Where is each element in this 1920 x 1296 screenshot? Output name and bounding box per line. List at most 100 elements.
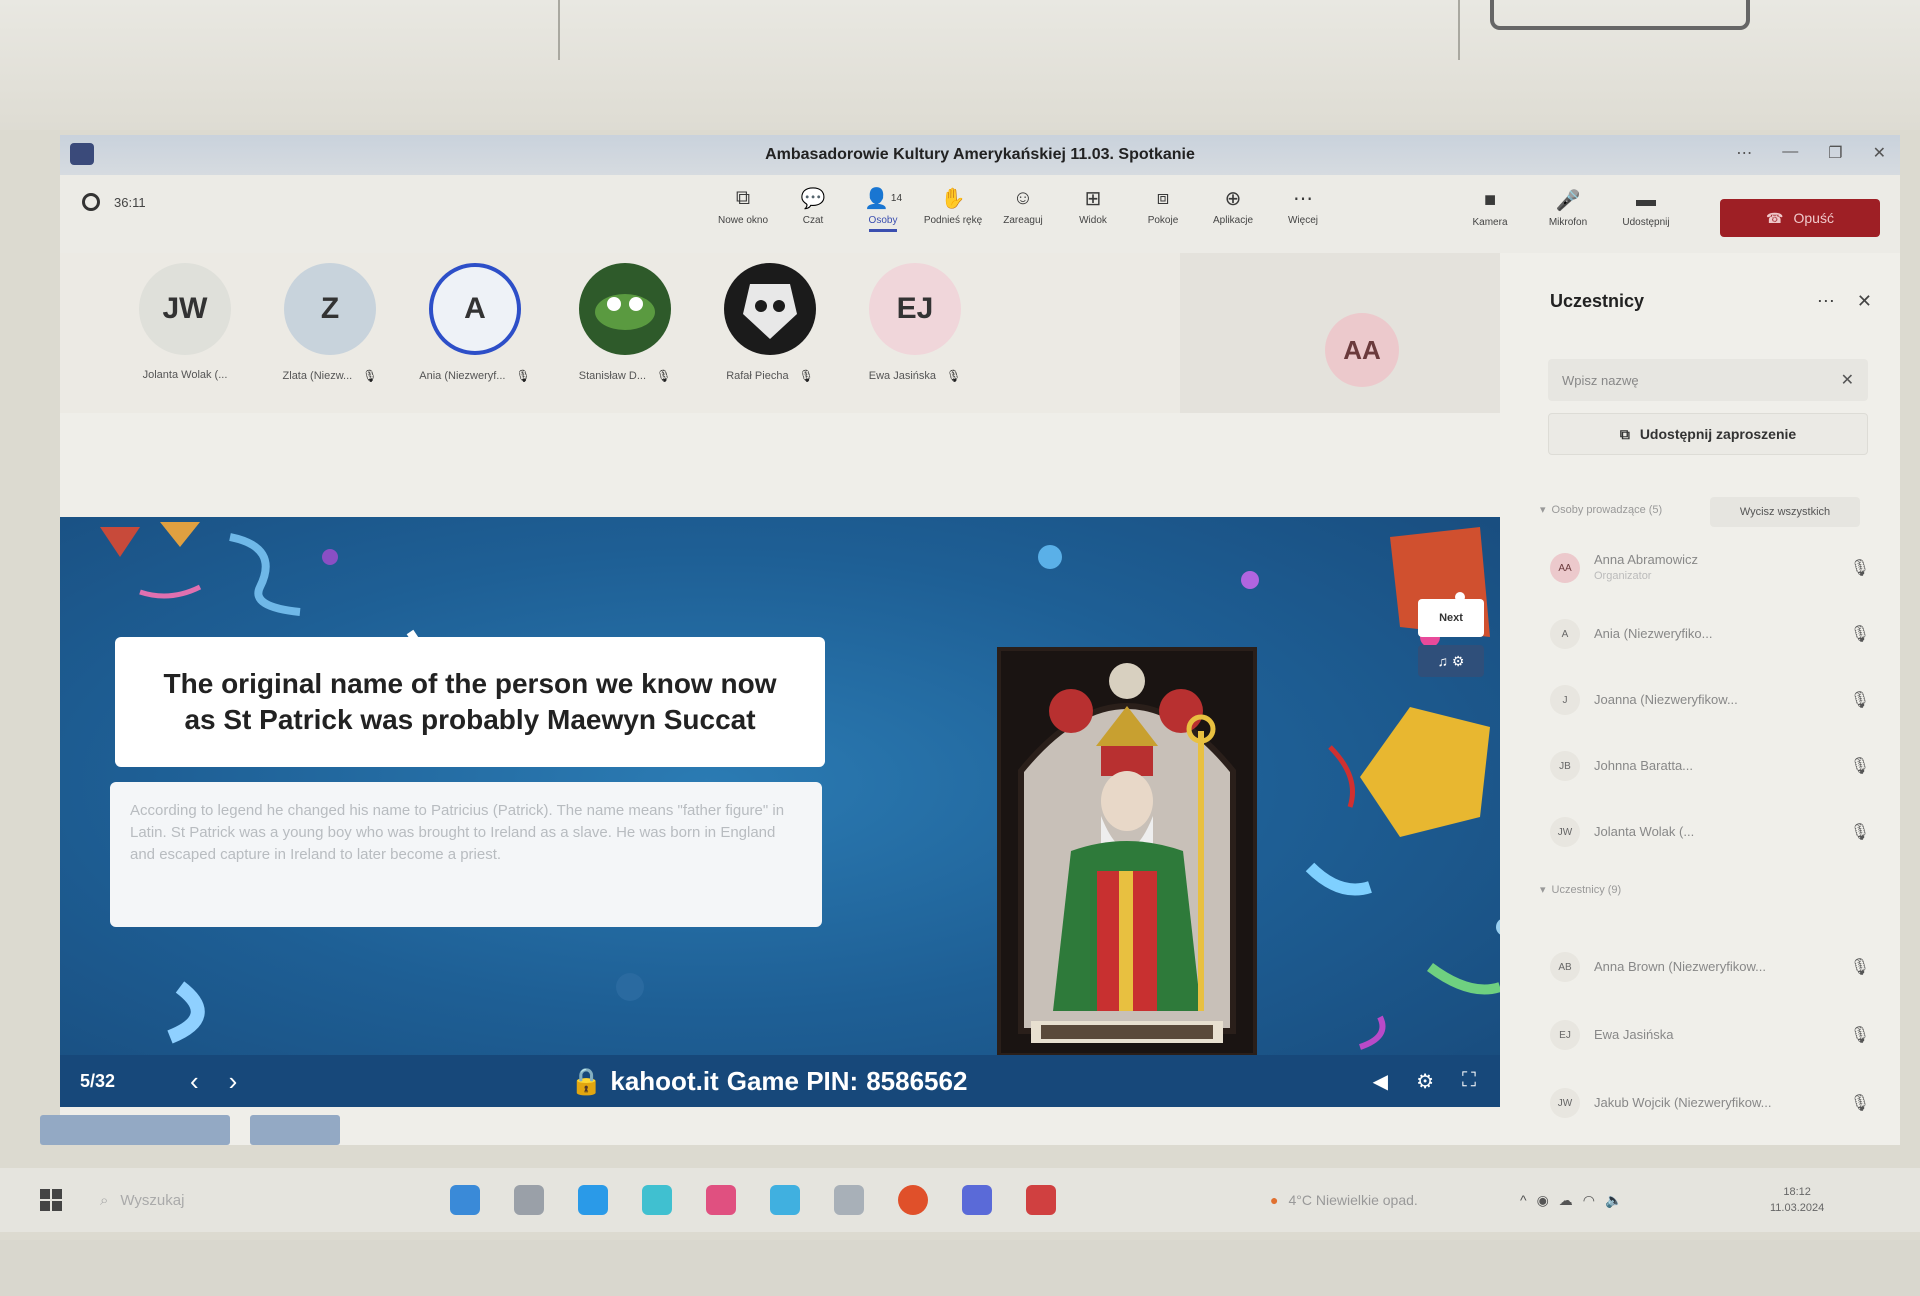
participant-tile[interactable]: Rafał Piecha 🎙 <box>700 263 840 383</box>
participant-name-text: Ewa Jasińska <box>868 370 937 382</box>
participant-search-input[interactable]: Wpisz nazwę ✕ <box>1548 359 1868 401</box>
toolbar-apps-button[interactable]: ⊕ Aplikacje <box>1200 185 1266 232</box>
app-icon-4[interactable] <box>642 1185 672 1215</box>
toolbar-view-button[interactable]: ⊞ Widok <box>1060 185 1126 232</box>
participant-tile[interactable]: JW Jolanta Wolak (... <box>115 263 255 381</box>
kahoot-music-control[interactable]: ♫ ⚙ <box>1418 645 1484 677</box>
fullscreen-icon[interactable]: ⛶ <box>1462 1069 1476 1094</box>
taskbar-weather[interactable]: ● 4°C Niewielkie opad. <box>1270 1192 1418 1208</box>
mic-icon[interactable]: 🎙 <box>1850 624 1870 644</box>
toolbar-microphone-button[interactable]: 🎤 Mikrofon <box>1538 187 1598 229</box>
toolbar-people-button[interactable]: 👤 14 Osoby <box>850 185 916 232</box>
toolbar-new-window-button[interactable]: ⧉ Nowe okno <box>710 185 776 232</box>
participant-row-name-text: Jolanta Wolak (... <box>1594 824 1695 839</box>
participant-row-name-text: Ania (Niezweryfiko... <box>1594 626 1713 641</box>
participant-row-name: Anna Abramowicz Organizator <box>1594 552 1698 584</box>
toolbar-camera-button[interactable]: ■ Kamera <box>1460 187 1520 229</box>
presenter-chip[interactable] <box>250 1115 340 1145</box>
minimize-icon[interactable]: — <box>1782 143 1798 163</box>
leave-button[interactable]: ☎ Opuść <box>1720 199 1880 237</box>
window-more-icon[interactable]: ⋯ <box>1736 143 1752 163</box>
toolbar-rooms-button[interactable]: ⧈ Pokoje <box>1130 185 1196 232</box>
participant-row[interactable]: J Joanna (Niezweryfikow... 🎙 <box>1550 680 1870 720</box>
participant-name: Rafał Piecha 🎙 <box>726 369 814 383</box>
panel-more-icon[interactable]: ⋯ <box>1817 291 1835 312</box>
participant-row[interactable]: JW Jakub Wojcik (Niezweryfikow... 🎙 <box>1550 1083 1870 1123</box>
start-button[interactable] <box>40 1189 62 1211</box>
mic-icon[interactable]: 🎙 <box>1850 690 1870 710</box>
clock-date: 11.03.2024 <box>1770 1202 1825 1214</box>
close-window-icon[interactable]: ✕ <box>1873 143 1886 163</box>
mic-icon[interactable]: 🎙 <box>1850 756 1870 776</box>
participant-row-name: Anna Brown (Niezweryfikow... <box>1594 959 1766 975</box>
volume-icon[interactable]: ◀ <box>1373 1069 1388 1094</box>
toolbar-chat-button[interactable]: 💬 Czat <box>780 185 846 232</box>
mute-all-button[interactable]: Wycisz wszystkich <box>1710 497 1860 527</box>
taskbar-clock[interactable]: 18:12 11.03.2024 <box>1770 1184 1824 1216</box>
chat-icon: 💬 <box>800 187 826 210</box>
app-icon-2[interactable] <box>514 1185 544 1215</box>
restore-icon[interactable]: ❐ <box>1828 143 1842 163</box>
app-icon-10[interactable] <box>1026 1185 1056 1215</box>
title-bar: Ambasadorowie Kultury Amerykańskiej 11.0… <box>60 135 1900 175</box>
participant-tile[interactable]: A Ania (Niezweryf... 🎙 <box>405 263 545 383</box>
mic-icon[interactable]: 🎙 <box>1850 957 1870 977</box>
app-icon-3[interactable] <box>578 1185 608 1215</box>
participant-row[interactable]: A Ania (Niezweryfiko... 🎙 <box>1550 614 1870 654</box>
mic-icon[interactable]: 🎙 <box>1850 558 1870 578</box>
next-arrow-icon[interactable]: › <box>229 1066 238 1097</box>
taskbar-search[interactable]: ⌕ Wyszukaj <box>100 1192 184 1209</box>
participant-tile[interactable]: Stanisław D... 🎙 <box>555 263 695 383</box>
attendees-header[interactable]: ▾ Uczestnicy (9) <box>1540 883 1621 897</box>
participant-row[interactable]: JB Johnna Baratta... 🎙 <box>1550 746 1870 786</box>
rooms-icon: ⧈ <box>1156 186 1170 209</box>
wifi-icon[interactable]: ◠ <box>1583 1192 1595 1209</box>
app-icon-7[interactable] <box>834 1185 864 1215</box>
st-patrick-stained-glass-image <box>997 647 1257 1057</box>
windows-taskbar: ⌕ Wyszukaj ● 4°C Niewielkie opad. ^ ◉ ☁ … <box>0 1168 1920 1232</box>
clear-search-icon[interactable]: ✕ <box>1841 370 1854 390</box>
settings-icon[interactable]: ⚙ <box>1416 1069 1434 1094</box>
pin-label: Game PIN: <box>726 1065 859 1096</box>
participant-tile[interactable]: Z Zlata (Niezw... 🎙 <box>260 263 400 383</box>
participant-row-name: Ania (Niezweryfiko... <box>1594 626 1712 642</box>
presenter-chip[interactable] <box>40 1115 230 1145</box>
avatar: JB <box>1550 751 1580 781</box>
volume-tray-icon[interactable]: 🔈 <box>1605 1192 1622 1209</box>
toolbar-media: ■ Kamera 🎤 Mikrofon ▬ Udostępnij <box>1460 187 1676 229</box>
clock-time: 18:12 <box>1783 1186 1811 1198</box>
cloud-icon[interactable]: ☁ <box>1559 1192 1573 1209</box>
app-icon-1[interactable] <box>450 1185 480 1215</box>
link-icon: ⧉ <box>1619 425 1630 442</box>
app-icon-5[interactable] <box>706 1185 736 1215</box>
previous-icon[interactable]: ‹ <box>190 1066 199 1097</box>
participant-row[interactable]: AB Anna Brown (Niezweryfikow... 🎙 <box>1550 947 1870 987</box>
invite-label: Udostępnij zaproszenie <box>1639 426 1797 442</box>
leave-label: Opuść <box>1793 210 1834 226</box>
participant-tile-aa[interactable]: AA <box>1180 253 1500 413</box>
participant-tile[interactable]: EJ Ewa Jasińska 🎙 <box>845 263 985 383</box>
toolbar-react-button[interactable]: ☺ Zareaguj <box>990 185 1056 232</box>
mic-icon[interactable]: 🎙 <box>1850 822 1870 842</box>
share-invite-button[interactable]: ⧉ Udostępnij zaproszenie <box>1548 413 1868 455</box>
tray-chevron-icon[interactable]: ^ <box>1520 1192 1527 1209</box>
app-icon-8[interactable] <box>898 1185 928 1215</box>
kahoot-next-button[interactable]: Next <box>1418 599 1484 637</box>
app-icon-6[interactable] <box>770 1185 800 1215</box>
kahoot-bottom-bar: 5/32 ‹ › 🔒 kahoot.it Game PIN: 8586562 ◀… <box>60 1055 1500 1107</box>
tray-icon[interactable]: ◉ <box>1537 1192 1549 1209</box>
toolbar-raise-hand-button[interactable]: ✋ Podnieś rękę <box>920 185 986 232</box>
participant-row[interactable]: EJ Ewa Jasińska 🎙 <box>1550 1015 1870 1055</box>
mic-icon[interactable]: 🎙 <box>1850 1025 1870 1045</box>
panel-close-icon[interactable]: ✕ <box>1857 291 1872 312</box>
kahoot-controls: ◀ ⚙ ⛶ <box>1373 1069 1476 1094</box>
mic-icon[interactable]: 🎙 <box>1850 1093 1870 1113</box>
avatar: AA <box>1325 313 1399 387</box>
share-icon: ▬ <box>1636 188 1656 211</box>
teams-taskbar-icon[interactable] <box>962 1185 992 1215</box>
presenters-header[interactable]: ▾ Osoby prowadzące (5) <box>1540 503 1662 517</box>
toolbar-more-button[interactable]: ⋯ Więcej <box>1270 185 1336 232</box>
participant-row[interactable]: AA Anna Abramowicz Organizator 🎙 <box>1550 548 1870 588</box>
toolbar-share-button[interactable]: ▬ Udostępnij <box>1616 187 1676 229</box>
participant-row[interactable]: JW Jolanta Wolak (... 🎙 <box>1550 812 1870 852</box>
